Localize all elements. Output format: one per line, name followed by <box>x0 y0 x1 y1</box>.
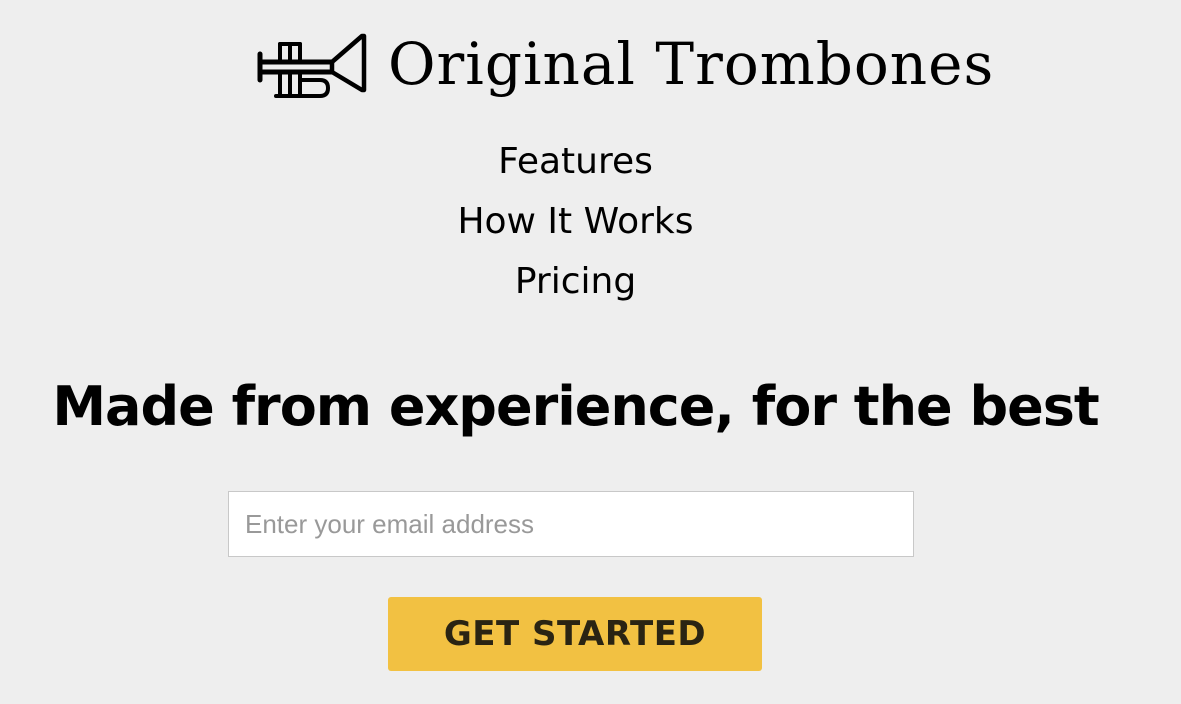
get-started-button[interactable]: GET STARTED <box>388 597 762 671</box>
brand-name: Original Trombones <box>388 30 995 98</box>
main-nav: Features How It Works Pricing <box>0 132 1151 312</box>
nav-item-how-it-works[interactable]: How It Works <box>0 192 1151 252</box>
site-header: Original Trombones <box>0 22 1181 112</box>
trumpet-icon <box>256 32 368 102</box>
nav-item-features[interactable]: Features <box>0 132 1151 192</box>
hero-headline: Made from experience, for the best <box>52 375 1099 438</box>
nav-item-pricing[interactable]: Pricing <box>0 252 1151 312</box>
email-input[interactable] <box>228 491 914 557</box>
